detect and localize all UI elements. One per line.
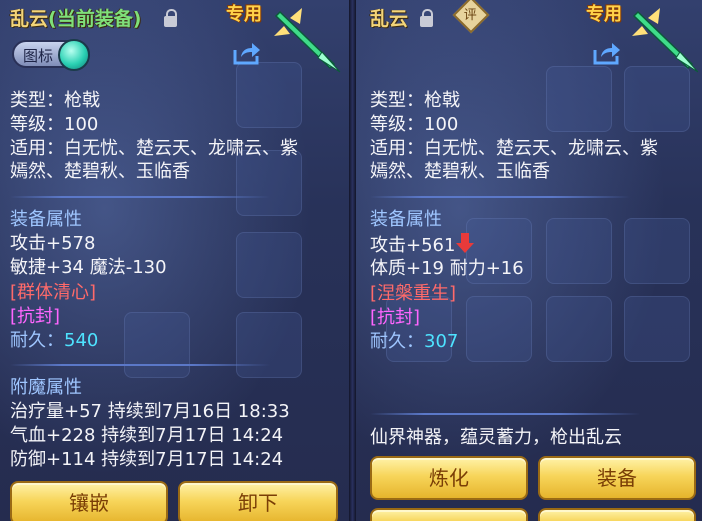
evaluate-label: 评 <box>463 8 477 24</box>
bg-inventory-slot <box>624 218 690 284</box>
type-line: 类型：枪戟 <box>10 90 100 111</box>
level-line: 等级：100 <box>10 114 99 135</box>
fit-line-1: 适用：白无忧、楚云天、龙啸云、紫 <box>370 138 658 159</box>
special-skill-2: [抗封] <box>370 307 421 328</box>
attr-header: 装备属性 <box>10 209 82 230</box>
equip-button[interactable]: 装备 <box>538 456 696 500</box>
extra-button[interactable] <box>538 508 696 521</box>
divider-line <box>10 196 270 198</box>
durability-label: 耐久： <box>370 331 424 352</box>
exclusive-badge: 专用 <box>586 4 622 25</box>
fit-line-1: 适用：白无忧、楚云天、龙啸云、紫 <box>10 138 298 159</box>
spear-icon <box>632 8 699 73</box>
decrease-arrow-icon <box>455 233 475 255</box>
lock-icon[interactable] <box>164 9 177 27</box>
refine-button[interactable]: 炼化 <box>370 456 528 500</box>
item-name: 乱云 <box>10 8 49 30</box>
bg-inventory-slot <box>624 296 690 362</box>
lock-icon[interactable] <box>420 9 433 27</box>
spear-icon <box>274 8 341 73</box>
durability-line: 耐久：307 <box>370 330 458 354</box>
attack-value: 攻击+561 <box>370 235 456 256</box>
divider-line <box>10 364 270 366</box>
inlay-button[interactable]: 镶嵌 <box>10 481 168 521</box>
fit-line-2: 嫣然、楚碧秋、玉临香 <box>10 161 190 182</box>
panel-divider <box>349 0 356 521</box>
bg-inventory-slot <box>546 218 612 284</box>
enchant-header: 附魔属性 <box>10 377 82 398</box>
unequip-button[interactable]: 卸下 <box>178 481 338 521</box>
extra-button[interactable] <box>370 508 528 521</box>
bg-inventory-slot <box>546 296 612 362</box>
durability-value: 540 <box>64 330 99 351</box>
current-equip-tag: (当前装备) <box>48 8 142 30</box>
divider-line <box>370 413 640 415</box>
special-skill-2: [抗封] <box>10 306 61 327</box>
attack-line: 攻击+578 <box>10 233 96 254</box>
exclusive-badge: 专用 <box>226 4 262 25</box>
bg-inventory-slot <box>546 66 612 132</box>
compare-equipment-panel: 乱云 专用 类型：枪戟 等级：100 适用：白无忧、楚云天、龙啸云、紫 嫣然、楚… <box>356 0 702 521</box>
durability-line: 耐久：540 <box>10 329 98 353</box>
bg-inventory-slot <box>236 232 302 298</box>
physique-endurance-line: 体质+19 耐力+16 <box>370 258 524 279</box>
fit-line-2: 嫣然、楚碧秋、玉临香 <box>370 161 550 182</box>
item-name: 乱云 <box>370 8 409 30</box>
attack-line: 攻击+561 <box>370 233 475 258</box>
attr-header: 装备属性 <box>370 209 442 230</box>
item-title: 乱云 <box>370 4 408 31</box>
durability-label: 耐久： <box>10 330 64 351</box>
level-line: 等级：100 <box>370 114 459 135</box>
durability-value: 307 <box>424 331 459 352</box>
type-line: 类型：枪戟 <box>370 90 460 111</box>
item-title: 乱云(当前装备) <box>10 4 141 31</box>
enchant-line-1: 治疗量+57 持续到7月16日 18:33 <box>10 401 290 422</box>
bg-inventory-slot <box>236 312 302 378</box>
enchant-line-2: 气血+228 持续到7月17日 14:24 <box>10 425 284 446</box>
icon-toggle-label: 图标 <box>23 47 54 65</box>
item-description: 仙界神器，蕴灵蓄力，枪出乱云 <box>370 427 622 448</box>
bg-inventory-slot <box>124 312 190 378</box>
agility-magic-line: 敏捷+34 魔法-130 <box>10 257 167 278</box>
special-skill-1: [涅槃重生] <box>370 283 457 304</box>
icon-toggle[interactable]: 图标 <box>12 39 90 71</box>
special-skill-1: [群体清心] <box>10 282 97 303</box>
share-icon[interactable] <box>592 40 622 66</box>
toggle-knob[interactable] <box>58 39 90 71</box>
current-equipment-panel: 乱云(当前装备) 专用 图标 类型：枪戟 等级：100 适用：白无忧、楚云天、龙… <box>0 0 349 521</box>
enchant-line-3: 防御+114 持续到7月17日 14:24 <box>10 449 284 470</box>
share-icon[interactable] <box>232 40 262 66</box>
bg-inventory-slot <box>466 296 532 362</box>
divider-line <box>370 196 630 198</box>
